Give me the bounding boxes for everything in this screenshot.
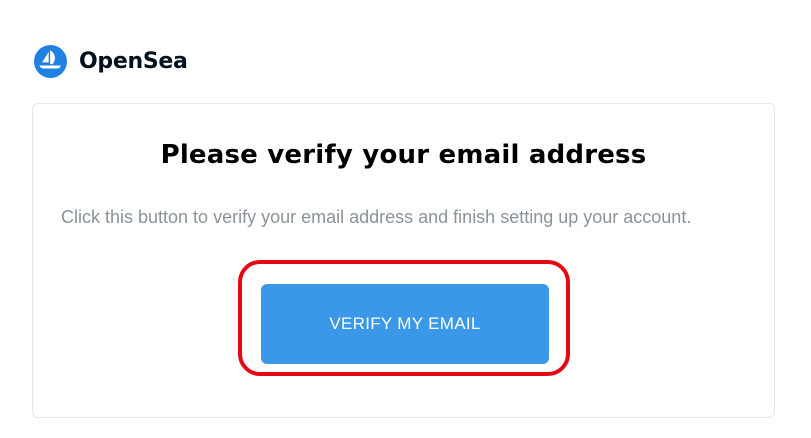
brand-name: OpenSea: [79, 48, 188, 74]
card-description: Click this button to verify your email a…: [61, 207, 692, 227]
verify-email-card: Please verify your email address Click t…: [32, 103, 775, 418]
brand-header: OpenSea: [34, 44, 188, 78]
verify-email-button[interactable]: VERIFY MY EMAIL: [261, 284, 549, 364]
opensea-sailboat-icon: [34, 44, 67, 78]
email-page: OpenSea Please verify your email address…: [0, 0, 811, 438]
card-title: Please verify your email address: [160, 140, 647, 170]
